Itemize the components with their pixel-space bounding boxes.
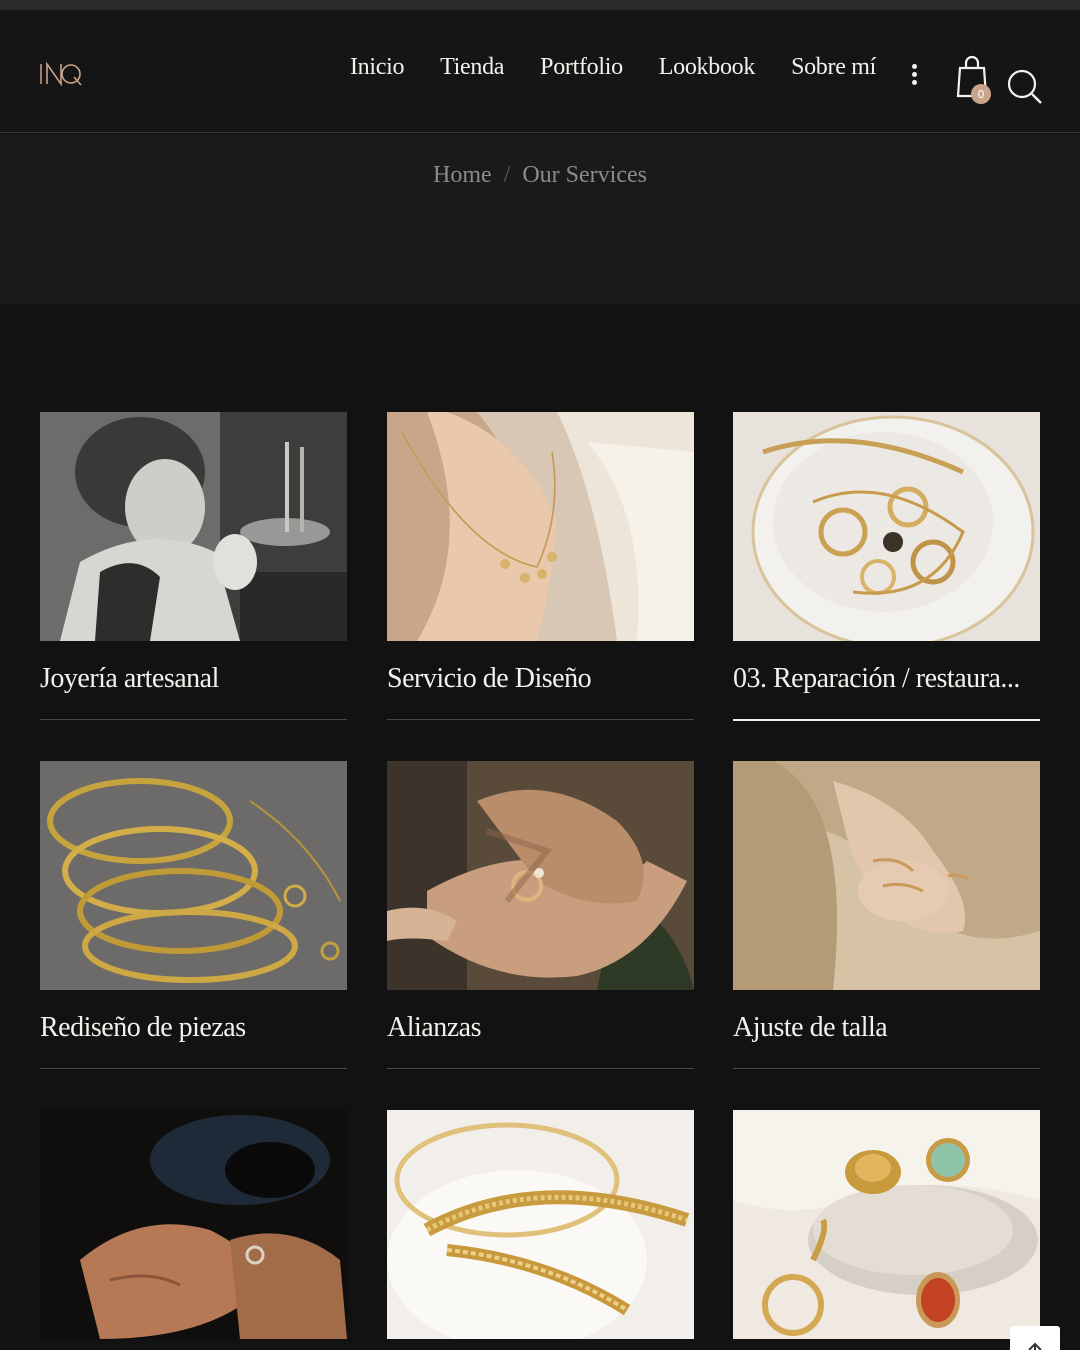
site-header: Inicio Tienda Portfolio Lookbook Sobre m… bbox=[0, 10, 1080, 133]
service-title[interactable]: Ajuste de talla bbox=[733, 1012, 1040, 1048]
card-divider bbox=[733, 1068, 1040, 1069]
service-image-artisan[interactable] bbox=[40, 412, 347, 641]
service-title[interactable]: 03. Reparación / restaura... bbox=[733, 663, 1040, 699]
service-title[interactable]: Servicio de Diseño bbox=[387, 663, 694, 699]
service-image-resizing[interactable] bbox=[733, 761, 1040, 990]
service-card[interactable]: Ajuste de talla bbox=[733, 761, 1040, 1069]
service-image-bangles[interactable] bbox=[387, 1110, 694, 1339]
brand-logo[interactable] bbox=[40, 60, 84, 88]
service-image-jeweler-loupe[interactable] bbox=[40, 1110, 347, 1339]
scroll-to-top-button[interactable] bbox=[1010, 1326, 1060, 1350]
breadcrumb-home[interactable]: Home bbox=[433, 162, 492, 188]
card-divider bbox=[40, 719, 347, 720]
arrow-up-icon bbox=[1028, 1342, 1042, 1350]
breadcrumb-separator: / bbox=[503, 162, 511, 188]
service-card[interactable]: Joyería artesanal bbox=[40, 412, 347, 720]
service-title[interactable]: Alianzas bbox=[387, 1012, 694, 1048]
service-card[interactable]: Servicio de Diseño bbox=[387, 412, 694, 720]
search-icon[interactable] bbox=[1006, 68, 1044, 106]
service-card[interactable] bbox=[733, 1110, 1040, 1350]
nav-portfolio[interactable]: Portfolio bbox=[540, 54, 623, 81]
service-card[interactable]: Alianzas bbox=[387, 761, 694, 1069]
service-title[interactable]: Rediseño de piezas bbox=[40, 1012, 347, 1048]
service-card[interactable]: 03. Reparación / restaura... bbox=[733, 412, 1040, 721]
page-hero: Home / Our Services bbox=[0, 134, 1080, 304]
service-image-redesign[interactable] bbox=[40, 761, 347, 990]
card-divider-active bbox=[733, 719, 1040, 721]
service-image-stone-rings[interactable] bbox=[733, 1110, 1040, 1339]
nav-sobre-mi[interactable]: Sobre mí bbox=[791, 54, 876, 81]
service-title[interactable]: Joyería artesanal bbox=[40, 663, 347, 699]
service-image-repair[interactable] bbox=[733, 412, 1040, 641]
breadcrumb: Home / Our Services bbox=[0, 162, 1080, 189]
breadcrumb-current: Our Services bbox=[522, 162, 647, 188]
service-card[interactable] bbox=[387, 1110, 694, 1350]
card-divider bbox=[40, 1068, 347, 1069]
nav-lookbook[interactable]: Lookbook bbox=[659, 54, 756, 81]
service-card[interactable] bbox=[40, 1110, 347, 1350]
more-menu-icon[interactable] bbox=[909, 64, 919, 88]
nav-inicio[interactable]: Inicio bbox=[350, 54, 404, 81]
card-divider bbox=[387, 719, 694, 720]
card-divider bbox=[387, 1068, 694, 1069]
service-image-design[interactable] bbox=[387, 412, 694, 641]
top-strip bbox=[0, 0, 1080, 10]
service-card[interactable]: Rediseño de piezas bbox=[40, 761, 347, 1069]
main-nav: Inicio Tienda Portfolio Lookbook Sobre m… bbox=[350, 54, 876, 81]
service-image-wedding-bands[interactable] bbox=[387, 761, 694, 990]
nav-tienda[interactable]: Tienda bbox=[440, 54, 504, 81]
cart-count-badge: 0 bbox=[971, 84, 991, 104]
